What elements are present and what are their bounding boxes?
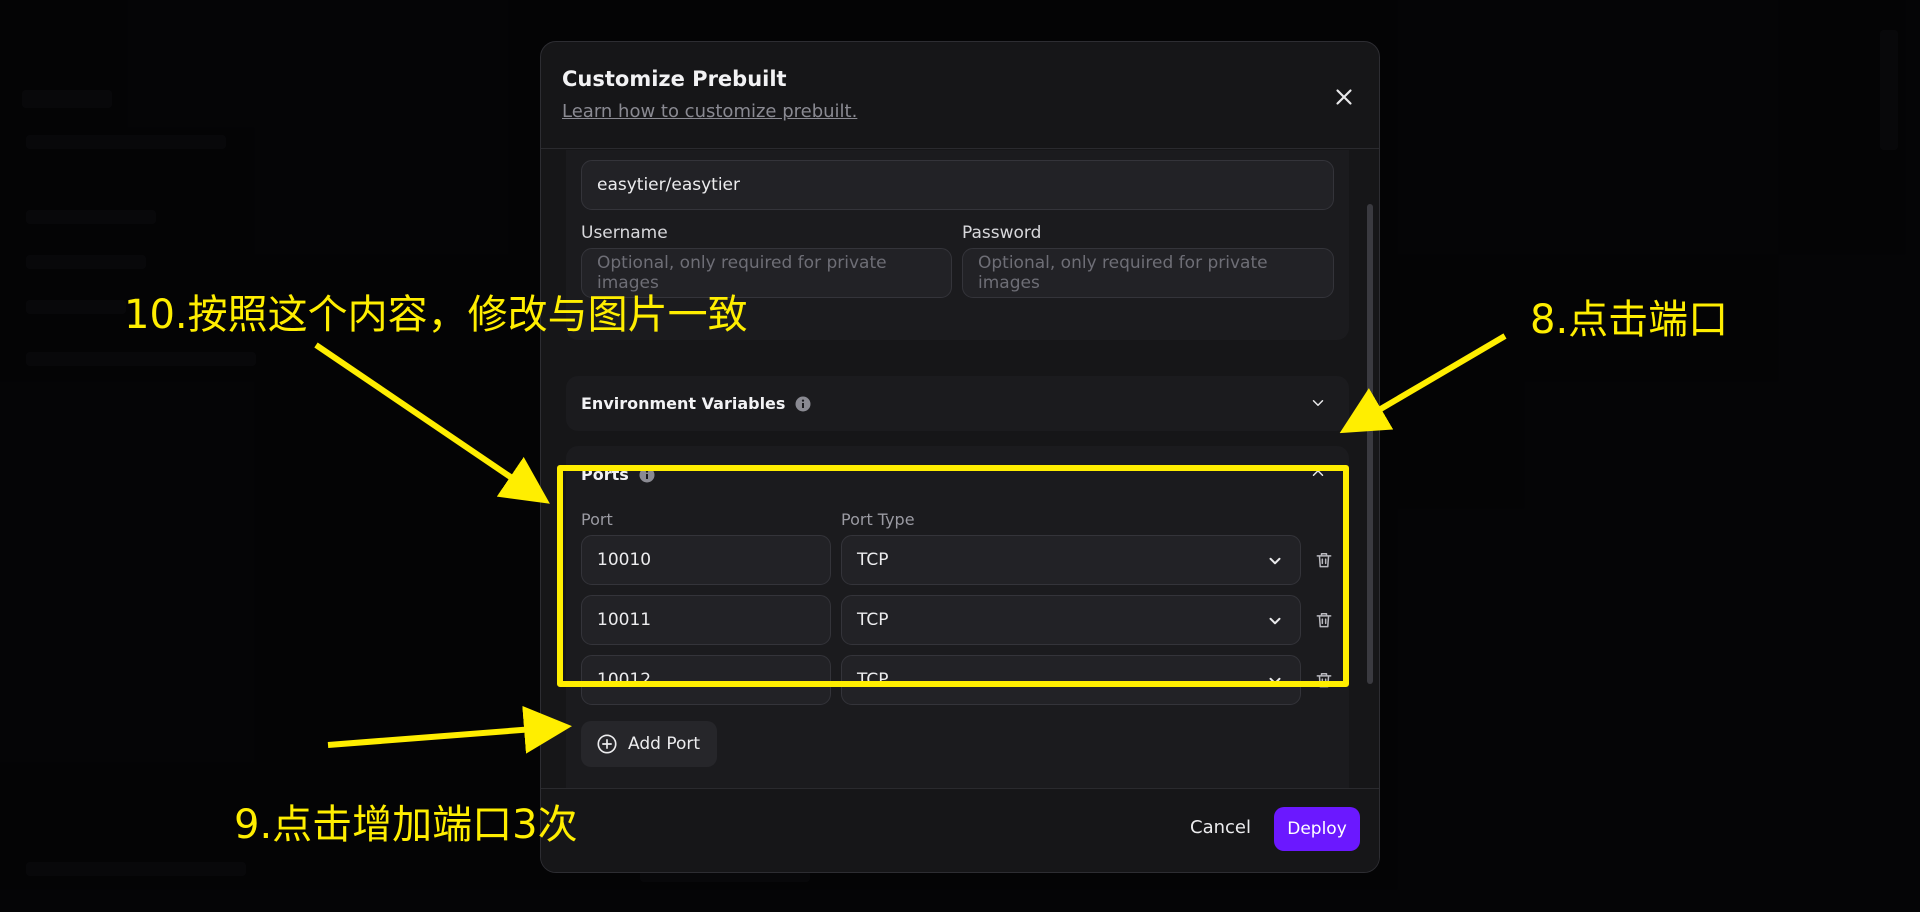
chevron-down-icon	[1269, 557, 1281, 565]
env-section-header: Environment Variables	[581, 394, 811, 413]
port-type-value: TCP	[857, 550, 889, 570]
username-label: Username	[581, 223, 668, 243]
password-input[interactable]: Optional, only required for private imag…	[962, 248, 1334, 298]
port-type-select[interactable]: TCP	[841, 595, 1301, 645]
chevron-down-icon	[1269, 617, 1281, 625]
port-type-select[interactable]: TCP	[841, 535, 1301, 585]
modal-scrollbar[interactable]	[1367, 204, 1373, 684]
customize-prebuilt-modal: Customize Prebuilt Learn how to customiz…	[540, 41, 1380, 873]
annotation-step-8: 8.点击端口	[1530, 297, 1729, 343]
trash-icon[interactable]	[1314, 550, 1334, 570]
modal-title: Customize Prebuilt	[562, 67, 787, 91]
add-port-button[interactable]: Add Port	[581, 721, 717, 767]
close-icon[interactable]	[1331, 84, 1357, 110]
customize-help-link[interactable]: Learn how to customize prebuilt.	[562, 101, 857, 122]
environment-variables-section[interactable]: Environment Variables	[566, 376, 1349, 431]
cancel-button[interactable]: Cancel	[1190, 817, 1251, 838]
modal-body: easytier/easytier Username Optional, onl…	[541, 150, 1379, 788]
deploy-button[interactable]: Deploy	[1274, 807, 1360, 851]
trash-icon[interactable]	[1314, 670, 1334, 690]
plus-circle-icon	[597, 734, 617, 754]
info-icon	[795, 396, 811, 411]
image-input[interactable]: easytier/easytier	[581, 160, 1334, 210]
add-port-label: Add Port	[628, 734, 701, 754]
port-input[interactable]: 10010	[581, 535, 831, 585]
trash-icon[interactable]	[1314, 610, 1334, 630]
ports-section-title: Ports	[581, 465, 629, 484]
annotation-step-9: 9.点击增加端口3次	[234, 802, 578, 848]
password-label: Password	[962, 223, 1042, 243]
ports-section-header[interactable]: Ports	[581, 465, 655, 484]
chevron-up-icon[interactable]	[1309, 464, 1327, 482]
port-input[interactable]: 10012	[581, 655, 831, 705]
port-input[interactable]: 10011	[581, 595, 831, 645]
port-column-label: Port	[581, 510, 613, 529]
env-section-title: Environment Variables	[581, 394, 786, 413]
info-icon	[639, 467, 655, 482]
annotation-step-10: 10.按照这个内容，修改与图片一致	[124, 292, 748, 338]
ports-section: Ports Port Port Type 10010 TCP 10011 TCP…	[566, 446, 1349, 788]
port-type-value: TCP	[857, 670, 889, 690]
port-type-value: TCP	[857, 610, 889, 630]
port-type-select[interactable]: TCP	[841, 655, 1301, 705]
port-type-column-label: Port Type	[841, 510, 915, 529]
chevron-down-icon	[1269, 677, 1281, 685]
modal-footer: Cancel Deploy	[541, 788, 1379, 872]
chevron-down-icon[interactable]	[1309, 394, 1327, 412]
modal-header: Customize Prebuilt Learn how to customiz…	[541, 42, 1379, 149]
